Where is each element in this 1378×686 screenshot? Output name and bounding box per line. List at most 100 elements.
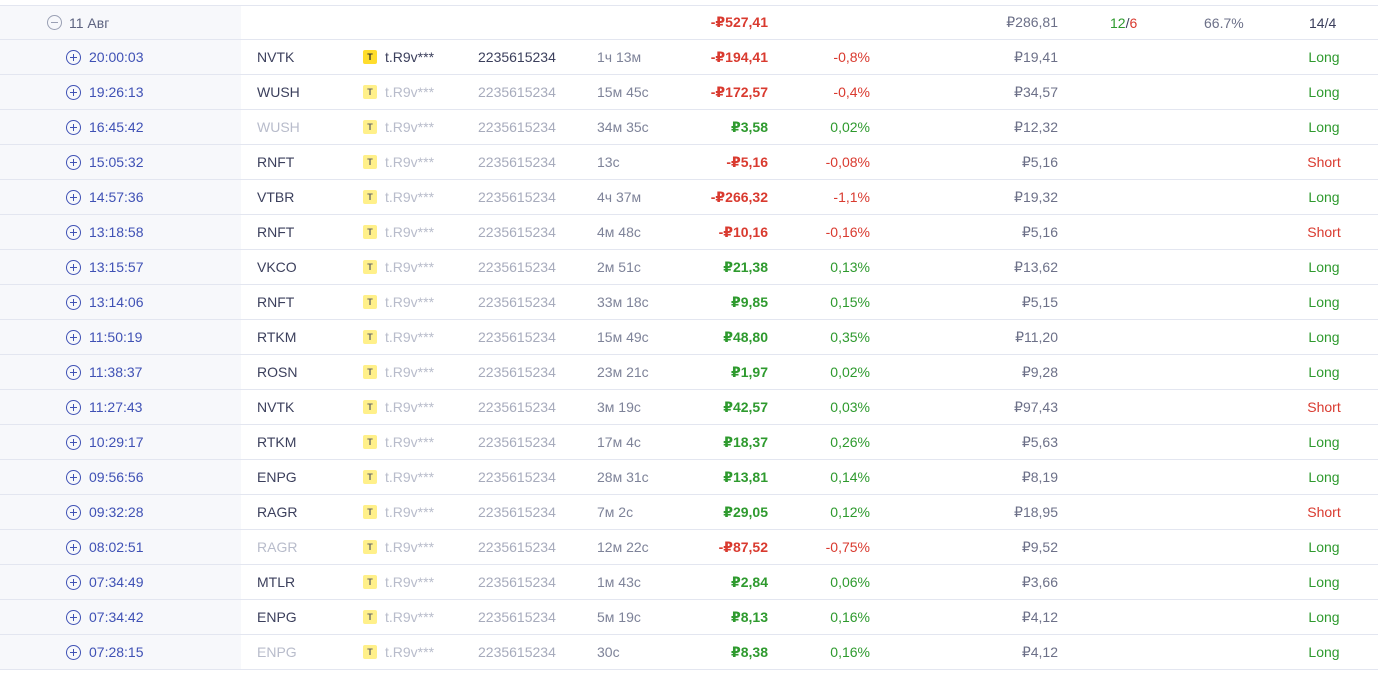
expand-icon[interactable]	[66, 320, 81, 354]
trade-pct: 0,06%	[830, 574, 870, 590]
tinkoff-logo-icon: T	[363, 610, 377, 624]
trade-pct: 0,03%	[830, 399, 870, 415]
trade-ticker[interactable]: WUSH	[257, 110, 300, 144]
trade-ticker[interactable]: RNFT	[257, 215, 294, 249]
trade-ticker[interactable]: RTKM	[257, 320, 296, 354]
trade-side: Long	[1308, 574, 1340, 590]
table-row[interactable]: 14:57:36 VTBR T t.R9v*** 2235615234 4ч 3…	[0, 180, 1378, 215]
expand-icon[interactable]	[66, 530, 81, 564]
expand-icon[interactable]	[66, 250, 81, 284]
expand-icon[interactable]	[66, 40, 81, 74]
table-row[interactable]: 16:45:42 WUSH T t.R9v*** 2235615234 34м …	[0, 110, 1378, 145]
expand-icon[interactable]	[66, 75, 81, 109]
trade-fee: ₽9,28	[1021, 363, 1058, 380]
trade-ticker[interactable]: ENPG	[257, 600, 297, 634]
expand-icon[interactable]	[66, 215, 81, 249]
trade-pct: 0,02%	[830, 119, 870, 135]
day-group-row[interactable]: 11 Авг -₽527,41 ₽286,81 12/6 66.7% 14/4	[0, 5, 1378, 40]
table-row[interactable]: 19:26:13 WUSH T t.R9v*** 2235615234 15м …	[0, 75, 1378, 110]
trade-time: 16:45:42	[89, 119, 144, 135]
trade-ticker[interactable]: ENPG	[257, 635, 297, 669]
table-row[interactable]: 11:50:19 RTKM T t.R9v*** 2235615234 15м …	[0, 320, 1378, 355]
table-row[interactable]: 08:02:51 RAGR T t.R9v*** 2235615234 12м …	[0, 530, 1378, 565]
collapse-icon[interactable]	[47, 6, 62, 39]
group-pnl: -₽527,41	[710, 14, 768, 30]
trade-pnl: -₽266,32	[710, 188, 768, 205]
expand-icon[interactable]	[66, 180, 81, 214]
tinkoff-logo-icon: T	[363, 400, 377, 414]
trade-ticker[interactable]: MTLR	[257, 565, 295, 599]
tinkoff-logo-icon: T	[363, 505, 377, 519]
expand-icon[interactable]	[66, 565, 81, 599]
trade-time: 20:00:03	[89, 49, 144, 65]
trade-pct: 0,15%	[830, 294, 870, 310]
trade-side: Long	[1308, 189, 1340, 205]
trade-ticker[interactable]: RAGR	[257, 495, 297, 529]
expand-icon[interactable]	[66, 425, 81, 459]
broker-account: T t.R9v***	[363, 530, 434, 564]
trade-side: Long	[1308, 49, 1340, 65]
trade-ticker[interactable]: ENPG	[257, 460, 297, 494]
tinkoff-logo-icon: T	[363, 435, 377, 449]
expand-icon[interactable]	[66, 495, 81, 529]
expand-icon[interactable]	[66, 600, 81, 634]
table-row[interactable]: 07:34:49 MTLR T t.R9v*** 2235615234 1м 4…	[0, 565, 1378, 600]
trade-ticker[interactable]: NVTK	[257, 40, 294, 74]
table-row[interactable]: 13:14:06 RNFT T t.R9v*** 2235615234 33м …	[0, 285, 1378, 320]
trade-ticker[interactable]: RAGR	[257, 530, 297, 564]
table-row[interactable]: 11:27:43 NVTK T t.R9v*** 2235615234 3м 1…	[0, 390, 1378, 425]
trade-side: Short	[1307, 154, 1341, 170]
account-name: t.R9v***	[385, 294, 435, 310]
trade-pnl: -₽10,16	[718, 223, 768, 240]
trade-ticker[interactable]: ROSN	[257, 355, 297, 389]
trade-ticker[interactable]: VKCO	[257, 250, 297, 284]
table-row[interactable]: 11:38:37 ROSN T t.R9v*** 2235615234 23м …	[0, 355, 1378, 390]
trade-pct: 0,26%	[830, 434, 870, 450]
trade-side: Long	[1308, 119, 1340, 135]
expand-icon[interactable]	[66, 390, 81, 424]
expand-icon[interactable]	[66, 110, 81, 144]
account-name: t.R9v***	[385, 364, 435, 380]
trade-pct: 0,02%	[830, 364, 870, 380]
tinkoff-logo-icon: T	[363, 470, 377, 484]
trade-duration: 7м 2с	[597, 504, 634, 520]
trade-ticker[interactable]: VTBR	[257, 180, 294, 214]
trade-ticker[interactable]: WUSH	[257, 75, 300, 109]
table-row[interactable]: 09:56:56 ENPG T t.R9v*** 2235615234 28м …	[0, 460, 1378, 495]
trade-ticker[interactable]: RNFT	[257, 285, 294, 319]
table-row[interactable]: 15:05:32 RNFT T t.R9v*** 2235615234 13с …	[0, 145, 1378, 180]
trade-ticker[interactable]: RTKM	[257, 425, 296, 459]
expand-icon[interactable]	[66, 635, 81, 669]
expand-icon[interactable]	[66, 145, 81, 179]
table-row[interactable]: 09:32:28 RAGR T t.R9v*** 2235615234 7м 2…	[0, 495, 1378, 530]
trade-pct: 0,13%	[830, 259, 870, 275]
trade-side: Long	[1308, 644, 1340, 660]
account-number: 2235615234	[478, 399, 556, 415]
account-number: 2235615234	[478, 644, 556, 660]
trade-pnl: -₽172,57	[710, 83, 768, 100]
trade-fee: ₽5,63	[1021, 433, 1058, 450]
broker-account: T t.R9v***	[363, 215, 434, 249]
broker-account: T t.R9v***	[363, 425, 434, 459]
table-row[interactable]: 20:00:03 NVTK T t.R9v*** 2235615234 1ч 1…	[0, 40, 1378, 75]
trade-pnl: ₽29,05	[723, 503, 768, 520]
account-name: t.R9v***	[385, 434, 435, 450]
group-fee: ₽286,81	[1006, 14, 1058, 30]
account-number: 2235615234	[478, 84, 556, 100]
trade-time: 07:34:49	[89, 574, 144, 590]
trade-pct: 0,12%	[830, 504, 870, 520]
trade-ticker[interactable]: RNFT	[257, 145, 294, 179]
table-row[interactable]: 10:29:17 RTKM T t.R9v*** 2235615234 17м …	[0, 425, 1378, 460]
trade-ticker[interactable]: NVTK	[257, 390, 294, 424]
trade-side: Long	[1308, 84, 1340, 100]
table-row[interactable]: 07:28:15 ENPG T t.R9v*** 2235615234 30с …	[0, 635, 1378, 670]
expand-icon[interactable]	[66, 460, 81, 494]
table-row[interactable]: 07:34:42 ENPG T t.R9v*** 2235615234 5м 1…	[0, 600, 1378, 635]
table-row[interactable]: 13:15:57 VKCO T t.R9v*** 2235615234 2м 5…	[0, 250, 1378, 285]
table-row[interactable]: 13:18:58 RNFT T t.R9v*** 2235615234 4м 4…	[0, 215, 1378, 250]
expand-icon[interactable]	[66, 285, 81, 319]
expand-icon[interactable]	[66, 355, 81, 389]
trade-pnl: ₽13,81	[723, 468, 768, 485]
trade-time: 10:29:17	[89, 434, 144, 450]
trade-time: 11:38:37	[89, 364, 143, 380]
